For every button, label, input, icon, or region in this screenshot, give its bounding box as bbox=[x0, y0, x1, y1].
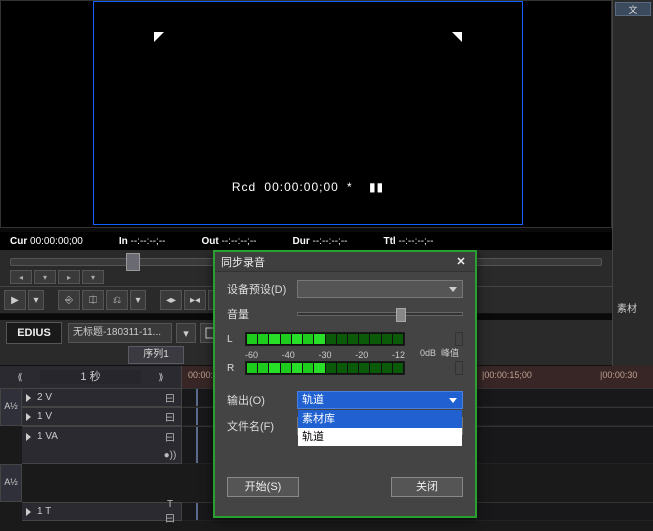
in-timecode: --:--:--;-- bbox=[131, 236, 166, 247]
edit-mode-3[interactable]: ⎌ bbox=[106, 290, 128, 310]
output-option-bin[interactable]: 素材库 bbox=[298, 410, 462, 428]
ruler-zoom-out[interactable]: ⟪ bbox=[0, 372, 40, 383]
preset-select[interactable] bbox=[297, 280, 463, 298]
edit-mode-2[interactable]: ⎅ bbox=[82, 290, 104, 310]
monitor-area: Rcd 00:00:00;00 * ▮▮ bbox=[0, 0, 612, 228]
meter-r bbox=[245, 361, 405, 375]
expand-icon[interactable] bbox=[26, 508, 31, 516]
dialog-title: 同步录音 bbox=[221, 254, 265, 270]
meter-l bbox=[245, 332, 405, 346]
rcd-label: Rcd bbox=[232, 180, 256, 194]
track-group-a[interactable]: A½ bbox=[0, 388, 22, 426]
voiceover-dialog: 同步录音 ✕ 设备预设(D) 音量 L -60 -40 -30 -20 bbox=[213, 250, 477, 518]
pause-icon: ▮▮ bbox=[369, 180, 384, 194]
volume-slider[interactable] bbox=[297, 312, 463, 316]
play-button[interactable]: ▶ bbox=[4, 290, 26, 310]
out-timecode: --:--:--;-- bbox=[222, 236, 257, 247]
output-option-track[interactable]: 轨道 bbox=[298, 428, 462, 446]
output-value: 轨道 bbox=[302, 394, 324, 406]
ttl-timecode: --:--:--;-- bbox=[398, 236, 433, 247]
scrub-btn-1[interactable]: ◂ bbox=[10, 270, 32, 284]
ruler-tick-1: |00:00:15;00 bbox=[482, 370, 532, 380]
meter-r-label: R bbox=[227, 363, 245, 374]
ruler-zoom-in[interactable]: ⟫ bbox=[141, 372, 181, 383]
expand-icon[interactable] bbox=[26, 413, 31, 421]
rcd-suffix: * bbox=[347, 180, 353, 194]
track-mode-icon[interactable]: 曰 bbox=[163, 390, 177, 405]
rcd-readout: Rcd 00:00:00;00 * ▮▮ bbox=[94, 180, 522, 194]
next-edit-button[interactable]: ▸◂ bbox=[184, 290, 206, 310]
audio-icon[interactable]: ●)) bbox=[163, 450, 177, 461]
track-mode-icon[interactable]: 曰 bbox=[163, 429, 177, 444]
filename-label: 文件名(F) bbox=[227, 418, 297, 434]
scrub-btn-4[interactable]: ▾ bbox=[82, 270, 104, 284]
output-label: 输出(O) bbox=[227, 392, 297, 408]
track-mode-icon[interactable]: T 曰 bbox=[163, 499, 177, 525]
output-select[interactable]: 轨道 素材库 轨道 bbox=[297, 391, 463, 409]
project-name[interactable]: 无标题-180311-11... bbox=[68, 323, 172, 343]
scrub-btn-3[interactable]: ▸ bbox=[58, 270, 80, 284]
edius-logo: EDIUS bbox=[6, 322, 62, 344]
safe-marker-tl bbox=[154, 32, 170, 44]
expand-icon[interactable] bbox=[26, 433, 31, 441]
start-button[interactable]: 开始(S) bbox=[227, 477, 299, 497]
project-menu-icon[interactable]: ▾ bbox=[176, 323, 196, 343]
right-panel-label[interactable]: 素材 bbox=[617, 300, 637, 315]
dur-timecode: --:--:--;-- bbox=[313, 236, 348, 247]
expand-icon[interactable] bbox=[26, 394, 31, 402]
dialog-titlebar[interactable]: 同步录音 ✕ bbox=[215, 252, 475, 272]
ruler-scale-label[interactable]: 1 秒 bbox=[40, 370, 141, 384]
scrub-handle[interactable] bbox=[126, 253, 140, 271]
meter-l-label: L bbox=[227, 334, 245, 345]
track-header-v2[interactable]: 2 V曰 bbox=[22, 388, 182, 407]
track-header-v1[interactable]: 1 V曰 bbox=[22, 407, 182, 426]
close-icon[interactable]: ✕ bbox=[453, 255, 469, 269]
edit-dd[interactable]: ▾ bbox=[130, 290, 146, 310]
meter-l-peak bbox=[455, 332, 463, 346]
track-header-t1[interactable]: 1 TT 曰 bbox=[22, 502, 182, 521]
level-meters: L -60 -40 -30 -20 -12 0dB 峰值 R bbox=[227, 330, 463, 377]
close-button[interactable]: 关闭 bbox=[391, 477, 463, 497]
ruler-tick-2: |00:00:30 bbox=[600, 370, 637, 380]
timecode-info-row: Cur 00:00:00;00 In --:--:--;-- Out --:--… bbox=[0, 232, 612, 250]
scrub-btn-2[interactable]: ▾ bbox=[34, 270, 56, 284]
play-dd[interactable]: ▾ bbox=[28, 290, 44, 310]
prev-edit-button[interactable]: ◂▸ bbox=[160, 290, 182, 310]
output-dropdown: 素材库 轨道 bbox=[298, 410, 462, 446]
program-monitor[interactable]: Rcd 00:00:00;00 * ▮▮ bbox=[93, 1, 523, 225]
right-tab[interactable]: 文 bbox=[615, 2, 651, 16]
slider-thumb[interactable] bbox=[396, 308, 406, 322]
track-header-va1[interactable]: 1 VA曰 ●)) bbox=[22, 426, 182, 464]
edit-mode-1[interactable]: ⎆ bbox=[58, 290, 80, 310]
safe-marker-tr bbox=[446, 32, 462, 44]
cur-timecode: 00:00:00;00 bbox=[30, 236, 83, 247]
meter-r-peak bbox=[455, 361, 463, 375]
volume-label: 音量 bbox=[227, 306, 297, 322]
track-mode-icon[interactable]: 曰 bbox=[163, 409, 177, 424]
track-group-b[interactable]: A½ bbox=[0, 464, 22, 502]
sequence-tab-1[interactable]: 序列1 bbox=[128, 346, 184, 364]
preset-label: 设备预设(D) bbox=[227, 281, 297, 297]
rcd-timecode: 00:00:00;00 bbox=[264, 180, 338, 194]
